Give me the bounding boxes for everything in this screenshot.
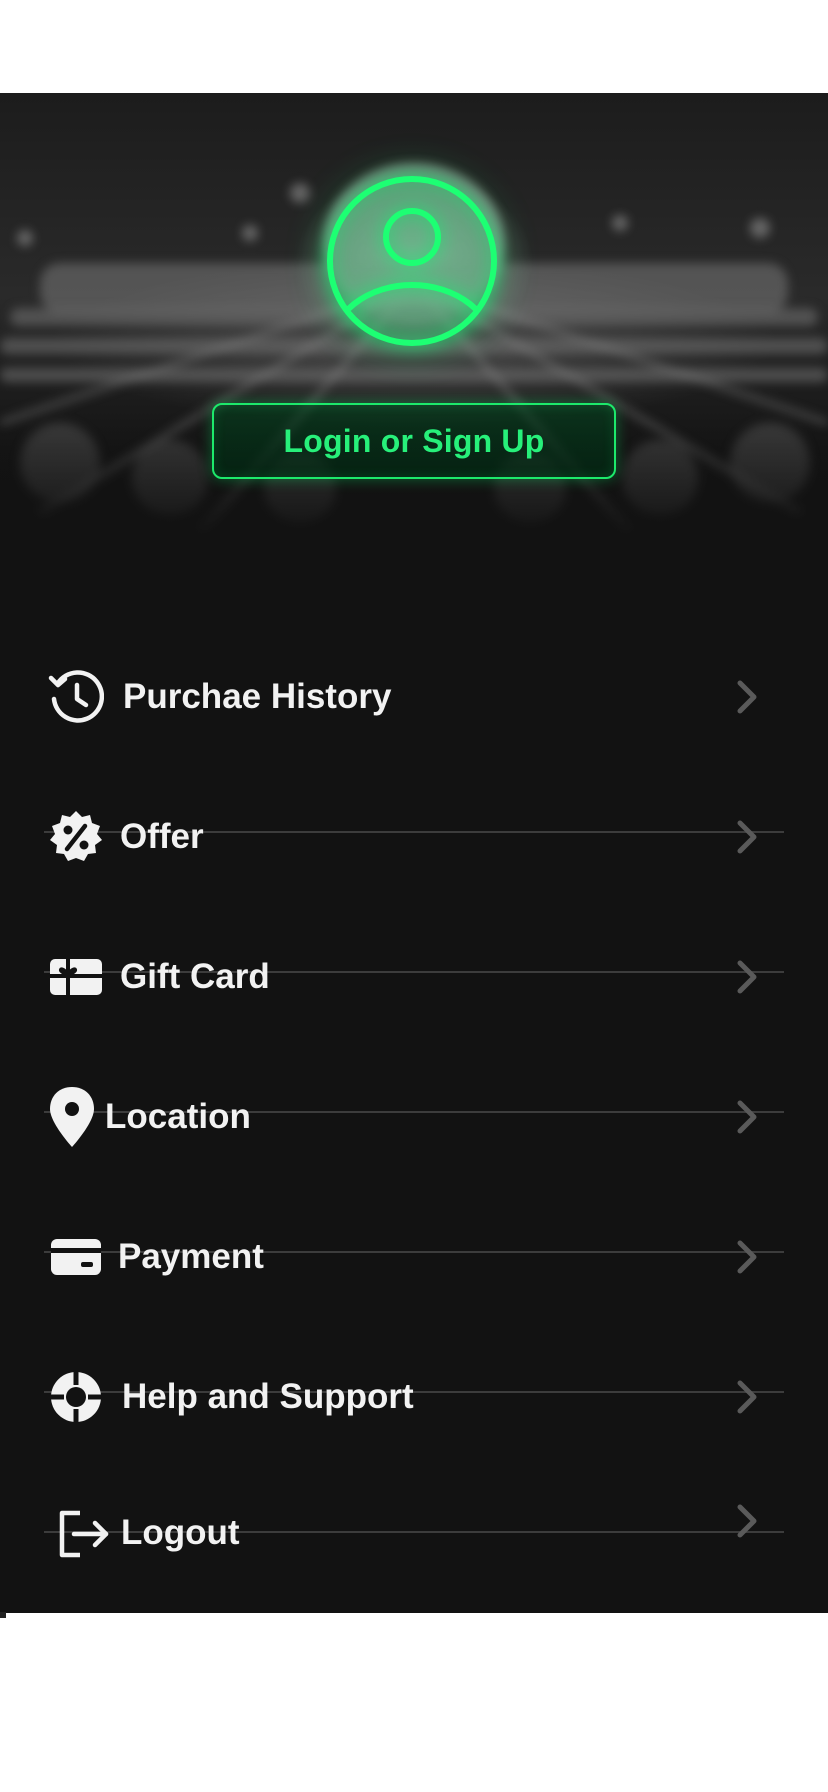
menu-item-offer[interactable]: Offer (44, 805, 784, 945)
menu-item-label: Help and Support (122, 1377, 414, 1416)
hero-cinema-background: Login or Sign Up (0, 93, 828, 543)
lifebuoy-icon (44, 1365, 108, 1429)
chevron-right-icon (720, 951, 772, 1003)
menu-item-label: Payment (118, 1237, 264, 1276)
chevron-right-icon (720, 1231, 772, 1283)
menu-item-label: Logout (121, 1513, 240, 1552)
chevron-right-icon (720, 671, 772, 723)
menu-item-label: Offer (120, 817, 204, 856)
discount-badge-icon (44, 805, 108, 869)
chevron-right-icon (720, 1371, 772, 1423)
menu-item-label: Purchae History (123, 677, 392, 716)
chevron-right-icon (720, 1495, 772, 1547)
menu-item-label: Gift Card (120, 957, 270, 996)
chevron-right-icon (720, 811, 772, 863)
chevron-right-icon (720, 1091, 772, 1143)
clock-history-icon (44, 665, 108, 729)
location-pin-icon (40, 1085, 104, 1149)
login-signup-button[interactable]: Login or Sign Up (212, 403, 616, 479)
logout-icon (52, 1501, 116, 1565)
menu-item-logout[interactable]: Logout (44, 1501, 784, 1613)
menu-item-label: Location (105, 1097, 251, 1136)
credit-card-icon (44, 1225, 108, 1289)
avatar-user-icon[interactable] (326, 175, 498, 347)
gift-card-icon (44, 945, 108, 1009)
menu-item-location[interactable]: Location (44, 1085, 784, 1225)
profile-menu-panel: Login or Sign Up Purchae History Offer G… (0, 93, 828, 1613)
menu-item-help-support[interactable]: Help and Support (44, 1365, 784, 1505)
menu-item-purchase-history[interactable]: Purchae History (44, 665, 784, 805)
menu-item-gift-card[interactable]: Gift Card (44, 945, 784, 1085)
menu-item-payment[interactable]: Payment (44, 1225, 784, 1365)
